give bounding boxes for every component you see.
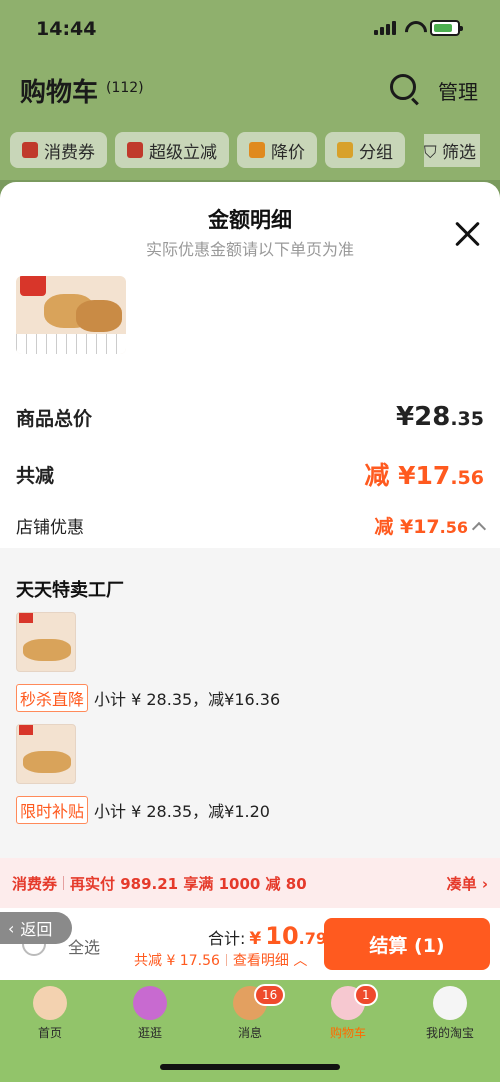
sheet-title: 金额明细: [208, 208, 292, 232]
signal-icon: [374, 21, 396, 35]
filter-chip-price-drop[interactable]: 降价: [237, 132, 317, 168]
total-discount-text: 共减 ¥ 17.56: [134, 953, 220, 969]
filter-icon: ⛉: [423, 143, 442, 163]
shop-discount-value: 减 ¥17.56: [374, 512, 487, 539]
total-price-label: 商品总价: [16, 407, 93, 430]
checkout-button[interactable]: 结算 (1): [324, 918, 490, 970]
shop-discount-label: 店铺优惠: [16, 518, 84, 538]
filter-bar: 消费券 超级立减 降价 分组 ⛉ 筛选: [0, 120, 500, 180]
product-thumbnail: [16, 724, 76, 784]
tab-home[interactable]: 首页: [10, 986, 90, 1041]
cart-header: 购物车 (112) 管理: [0, 60, 500, 120]
coupon-label: 消费券: [12, 874, 58, 893]
back-button[interactable]: ‹ 返回: [0, 912, 72, 944]
messages-badge: 16: [254, 984, 286, 1006]
tab-my-taobao[interactable]: 我的淘宝: [410, 986, 490, 1041]
view-detail-link[interactable]: 查看明细 ︿: [233, 950, 307, 970]
promo-line: 秒杀直降 小计 ¥ 28.35，减¥16.36: [16, 684, 280, 712]
sum-label: 合计:: [208, 929, 246, 948]
close-icon[interactable]: [454, 220, 482, 248]
chip-label: 分组: [359, 142, 393, 163]
coupon-bar[interactable]: 消费券 再实付 989.21 享满 1000 减 80 凑单 ›: [0, 858, 500, 908]
wifi-icon: [404, 21, 422, 35]
cart-badge: 1: [354, 984, 378, 1006]
chevron-right-icon: ›: [481, 874, 488, 893]
price-drop-icon: [249, 142, 265, 158]
coupon-text: 再实付 989.21 享满 1000 减 80: [70, 874, 307, 893]
chevron-up-icon: ︿: [293, 953, 308, 969]
promo-tag: 限时补贴: [16, 796, 89, 824]
checkout-bar: ‹ 返回 全选 合计: ¥ 10.79 共减 ¥ 17.56 查看明细 ︿ 结算 …: [0, 908, 500, 980]
select-all-label[interactable]: 全选: [68, 934, 100, 958]
page-title: 购物车: [20, 78, 99, 108]
filter-chip-super-discount[interactable]: 超级立减: [115, 132, 229, 168]
battery-icon: [430, 20, 463, 36]
total-discount-row: 共减 减 ¥17.56: [16, 456, 484, 492]
browse-avatar-icon: [133, 986, 167, 1020]
sum-total: 合计: ¥ 10.79: [208, 922, 327, 950]
product-image: [16, 276, 126, 354]
chevron-left-icon: ‹: [8, 918, 15, 938]
total-price-value: ¥28.35: [396, 402, 484, 432]
status-bar: 14:44: [0, 0, 500, 60]
chip-label: 超级立减: [149, 142, 217, 163]
promo-tag: 秒杀直降: [16, 684, 89, 712]
discount-summary[interactable]: 共减 ¥ 17.56 查看明细 ︿: [134, 950, 307, 970]
promo-text: 小计 ¥ 28.35，减¥1.20: [94, 802, 270, 821]
home-indicator: [160, 1064, 340, 1070]
sum-amount: 10.79: [265, 922, 327, 950]
status-icons: [374, 20, 463, 36]
folder-icon: [337, 142, 353, 158]
status-time: 14:44: [36, 18, 97, 40]
product-thumbnail: [16, 612, 76, 672]
manage-button[interactable]: 管理: [438, 76, 478, 105]
amount-detail-sheet: 金额明细 实际优惠金额请以下单页为准 商品总价 ¥28.35 共减 减 ¥17.…: [0, 182, 500, 912]
tab-browse[interactable]: 逛逛: [110, 986, 190, 1041]
total-discount-label: 共减: [16, 464, 55, 487]
filter-chip-group[interactable]: 分组: [325, 132, 405, 168]
chevron-up-icon: [471, 521, 487, 536]
filter-chip-coupon[interactable]: 消费券: [10, 132, 107, 168]
promo-text: 小计 ¥ 28.35，减¥16.36: [94, 690, 281, 709]
chip-label: 消费券: [44, 142, 95, 163]
coupon-icon: [22, 142, 38, 158]
chip-label: 降价: [271, 142, 305, 163]
my-taobao-avatar-icon: [433, 986, 467, 1020]
shop-discount-row[interactable]: 店铺优惠 减 ¥17.56: [16, 512, 487, 539]
filter-button[interactable]: ⛉ 筛选: [423, 134, 480, 167]
total-discount-value: 减 ¥17.56: [364, 461, 484, 490]
shop-discount-detail: 天天特卖工厂 秒杀直降 小计 ¥ 28.35，减¥16.36 限时补贴 小计 ¥…: [0, 548, 500, 858]
add-items-link[interactable]: 凑单 ›: [447, 873, 488, 894]
home-avatar-icon: [33, 986, 67, 1020]
promo-line: 限时补贴 小计 ¥ 28.35，减¥1.20: [16, 796, 270, 824]
total-price-row: 商品总价 ¥28.35: [16, 402, 484, 432]
cart-count: (112): [106, 80, 144, 96]
search-icon[interactable]: [390, 74, 416, 100]
filter-label: 筛选: [442, 143, 476, 163]
sheet-subtitle: 实际优惠金额请以下单页为准: [145, 240, 354, 259]
shop-name: 天天特卖工厂: [16, 580, 124, 601]
arrow-down-icon: [127, 142, 143, 158]
